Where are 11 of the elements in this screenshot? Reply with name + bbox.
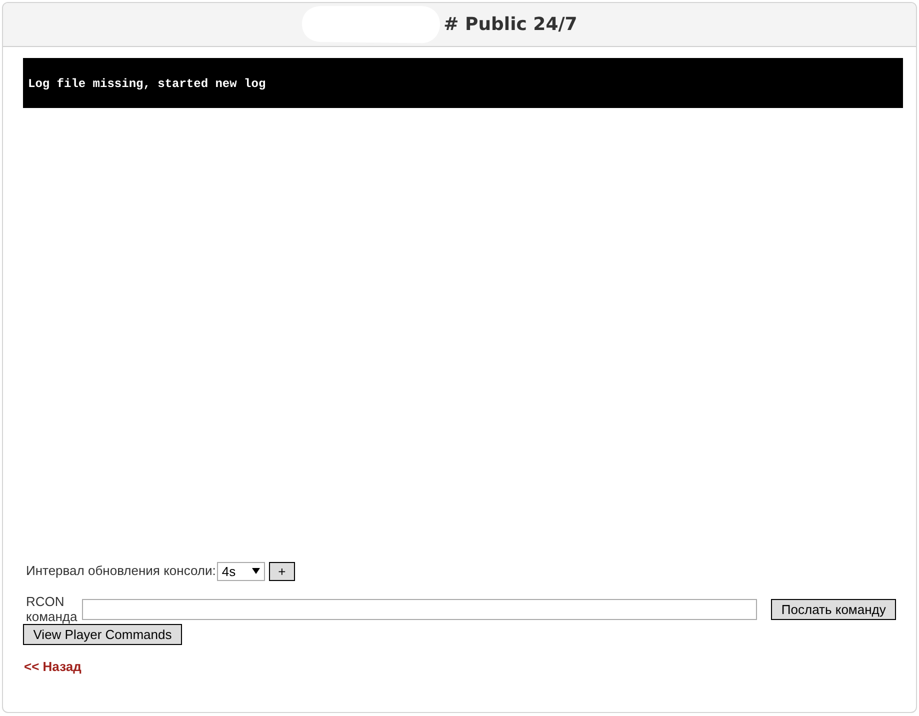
rcon-label: RCON команда (26, 594, 78, 624)
back-link[interactable]: << Назад (24, 657, 82, 676)
view-player-commands-button[interactable]: View Player Commands (23, 624, 182, 645)
page-title: # Public 24/7 (444, 13, 578, 37)
caret-icon (252, 568, 260, 574)
add-interval-button[interactable]: + (268, 562, 295, 580)
send-command-button[interactable]: Послать команду (771, 599, 896, 620)
refresh-interval-label: Интервал обновления консоли: (26, 562, 216, 580)
rcon-command-input[interactable] (82, 599, 758, 620)
interval-select[interactable]: 4s (216, 562, 265, 580)
console-line: Log file missing, started new log (28, 77, 267, 92)
